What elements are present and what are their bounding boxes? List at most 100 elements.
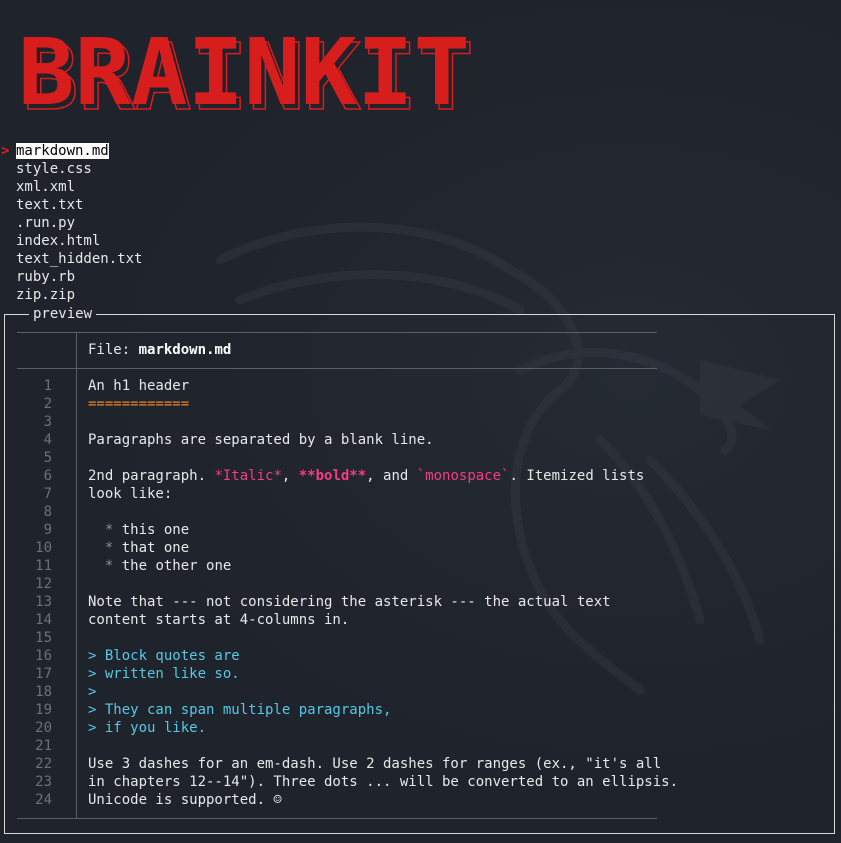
- line-text: > Block quotes are: [88, 647, 240, 665]
- header-bottom-divider: [17, 368, 657, 369]
- file-name-label: xml.xml: [16, 179, 76, 195]
- line-text: Paragraphs are separated by a blank line…: [88, 431, 434, 449]
- code-view[interactable]: 1 An h1 header 2 ============ 3 4 Paragraphs a…: [17, 377, 678, 809]
- line-number: 8: [43, 504, 52, 520]
- code-line: 24 Unicode is supported. ☺: [17, 791, 282, 809]
- file-name-label: style.css: [16, 161, 92, 177]
- file-item[interactable]: text_hidden.txt: [0, 250, 142, 268]
- file-label: File:: [88, 342, 131, 358]
- gutter-divider: [76, 332, 77, 819]
- text-segment: `monospace`: [416, 468, 510, 484]
- line-text: * that one: [88, 539, 189, 557]
- code-line: 15: [17, 629, 52, 647]
- line-text: ============: [88, 395, 189, 413]
- text-segment: content starts at 4-columns in.: [88, 612, 350, 628]
- line-number: 18: [35, 684, 52, 700]
- file-list: > markdown.md style.css xml.xml text.txt .run…: [0, 142, 142, 304]
- text-segment: >: [88, 684, 97, 700]
- code-line: 3: [17, 413, 52, 431]
- line-number: 13: [35, 594, 52, 610]
- code-line: 9 * this one: [17, 521, 190, 539]
- code-line: 22 Use 3 dashes for an em-dash. Use 2 das…: [17, 755, 661, 773]
- code-line: 7 look like:: [17, 485, 173, 503]
- text-segment: . Itemized lists: [509, 468, 645, 484]
- code-line: 18 >: [17, 683, 96, 701]
- line-number: 1: [43, 378, 52, 394]
- code-line: 6 2nd paragraph. *Italic*, **bold**, and …: [17, 467, 645, 485]
- line-text: Note that --- not considering the asteri…: [88, 593, 611, 611]
- file-name-label: ruby.rb: [16, 269, 76, 285]
- line-text: Use 3 dashes for an em-dash. Use 2 dashe…: [88, 755, 661, 773]
- text-segment: > Block quotes are: [88, 648, 240, 664]
- line-text: > They can span multiple paragraphs,: [88, 701, 391, 719]
- file-name: markdown.md: [138, 342, 232, 358]
- text-segment: *Italic*: [214, 468, 282, 484]
- file-item[interactable]: index.html: [0, 232, 142, 250]
- footer-divider: [17, 818, 657, 819]
- line-number: 21: [35, 738, 52, 754]
- text-segment: [88, 540, 105, 556]
- file-item[interactable]: zip.zip: [0, 286, 142, 304]
- line-number: 15: [35, 630, 52, 646]
- preview-title: preview: [29, 305, 97, 323]
- file-item[interactable]: .run.py: [0, 214, 142, 232]
- line-number: 24: [35, 792, 52, 808]
- line-number: 5: [43, 450, 52, 466]
- text-segment: **bold**: [298, 468, 367, 484]
- text-segment: An h1 header: [88, 378, 190, 394]
- line-number: 11: [35, 558, 52, 574]
- line-number: 22: [35, 756, 52, 772]
- code-line: 10 * that one: [17, 539, 189, 557]
- code-line: 2 ============: [17, 395, 190, 413]
- line-number: 6: [43, 468, 52, 484]
- text-segment: ============: [88, 396, 190, 412]
- line-text: An h1 header: [88, 377, 189, 395]
- file-item[interactable]: > markdown.md: [0, 142, 142, 160]
- file-item[interactable]: xml.xml: [0, 178, 142, 196]
- text-segment: Unicode is supported. ☺: [88, 792, 282, 808]
- code-line: 11 * the other one: [17, 557, 231, 575]
- logo-text: BRAINKIT: [18, 19, 470, 118]
- line-text: content starts at 4-columns in.: [88, 611, 349, 629]
- file-name-label: text.txt: [16, 197, 84, 213]
- code-line: 13 Note that --- not considering the aste…: [17, 593, 610, 611]
- file-item[interactable]: style.css: [0, 160, 142, 178]
- line-number: 16: [35, 648, 52, 664]
- line-number: 12: [35, 576, 52, 592]
- code-line: 8: [17, 503, 52, 521]
- header-top-divider: [17, 332, 657, 333]
- code-line: 17 > written like so.: [17, 665, 240, 683]
- line-number: 3: [43, 414, 52, 430]
- code-line: 12: [17, 575, 52, 593]
- text-segment: Use 3 dashes for an em-dash. Use 2 dashe…: [88, 756, 662, 772]
- text-segment: Note that --- not considering the asteri…: [88, 594, 611, 610]
- text-segment: this one: [113, 522, 190, 538]
- code-line: 4 Paragraphs are separated by a blank lin…: [17, 431, 434, 449]
- text-segment: > They can span multiple paragraphs,: [88, 702, 392, 718]
- file-item[interactable]: ruby.rb: [0, 268, 142, 286]
- line-number: 2: [43, 396, 52, 412]
- line-number: 7: [43, 486, 52, 502]
- line-number: 14: [35, 612, 52, 628]
- line-number: 23: [35, 774, 52, 790]
- line-text: in chapters 12--14"). Three dots ... wil…: [88, 773, 678, 791]
- line-text: > if you like.: [88, 719, 206, 737]
- line-text: Unicode is supported. ☺: [88, 791, 282, 809]
- text-segment: look like:: [88, 486, 173, 502]
- text-segment: , and: [366, 468, 417, 484]
- line-text: * the other one: [88, 557, 231, 575]
- line-number: 19: [35, 702, 52, 718]
- line-text: 2nd paragraph. *Italic*, **bold**, and `…: [88, 467, 644, 485]
- code-line: 14 content starts at 4-columns in.: [17, 611, 349, 629]
- line-number: 9: [43, 522, 52, 538]
- text-segment: [88, 558, 105, 574]
- code-line: 1 An h1 header: [17, 377, 190, 395]
- file-item[interactable]: text.txt: [0, 196, 142, 214]
- line-text: > written like so.: [88, 665, 240, 683]
- code-line: 20 > if you like.: [17, 719, 206, 737]
- file-name-label: index.html: [16, 233, 101, 249]
- code-line: 21: [17, 737, 52, 755]
- file-name-label: zip.zip: [16, 287, 76, 303]
- code-line: 19 > They can span multiple paragraphs,: [17, 701, 391, 719]
- code-line: 16 > Block quotes are: [17, 647, 240, 665]
